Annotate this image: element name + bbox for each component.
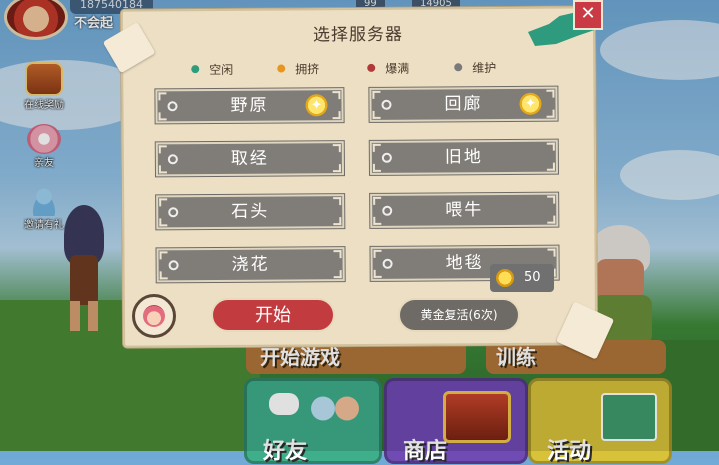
- legend-label: 空闲: [209, 62, 234, 77]
- server-name: 喂牛: [445, 200, 484, 221]
- server-button-yeyuan[interactable]: 野原 ✦: [155, 88, 344, 124]
- server-button-qujing[interactable]: 取经: [155, 141, 344, 177]
- legend-crowded: 拥挤: [277, 60, 319, 76]
- star-badge-icon: ✦: [519, 92, 542, 115]
- gold-revive-button[interactable]: 黄金复活(6次): [398, 298, 520, 332]
- start-button[interactable]: 开始: [211, 298, 335, 332]
- revive-cost-badge: 50: [490, 264, 554, 292]
- character-avatar-button[interactable]: [132, 294, 176, 338]
- server-button-weiniu[interactable]: 喂牛: [370, 192, 559, 228]
- gold-coin-icon: [496, 269, 514, 287]
- server-name: 取经: [230, 148, 269, 169]
- legend-idle: 空闲: [191, 61, 233, 77]
- server-name: 旧地: [444, 147, 483, 168]
- character-face-icon: [143, 305, 165, 327]
- server-name: 石头: [231, 201, 270, 222]
- status-dot-icon: [277, 64, 286, 73]
- star-badge-icon: ✦: [305, 94, 328, 117]
- legend-maintenance: 维护: [454, 59, 496, 75]
- server-button-huilang[interactable]: 回廊 ✦: [369, 86, 558, 122]
- dialog-title: 选择服务器: [312, 24, 404, 46]
- status-dot-icon: [454, 63, 463, 72]
- server-select-dialog: 选择服务器 空闲 拥挤 爆满 维护 野原 ✦ 回廊 ✦ 取经 旧地 石头 喂牛 …: [120, 6, 598, 348]
- status-dot-icon: [367, 63, 376, 72]
- close-control: ✕: [528, 0, 608, 50]
- legend-label: 维护: [472, 60, 497, 75]
- legend-label: 爆满: [385, 61, 410, 76]
- server-button-jiudi[interactable]: 旧地: [369, 139, 558, 175]
- server-name: 浇花: [231, 254, 270, 275]
- status-dot-icon: [191, 65, 200, 74]
- server-button-jiaohua[interactable]: 浇花: [156, 247, 345, 283]
- server-button-shitou[interactable]: 石头: [156, 194, 345, 230]
- close-button[interactable]: ✕: [573, 0, 603, 30]
- revive-cost-value: 50: [524, 270, 541, 285]
- legend-label: 拥挤: [295, 61, 320, 76]
- legend-full: 爆满: [367, 60, 409, 76]
